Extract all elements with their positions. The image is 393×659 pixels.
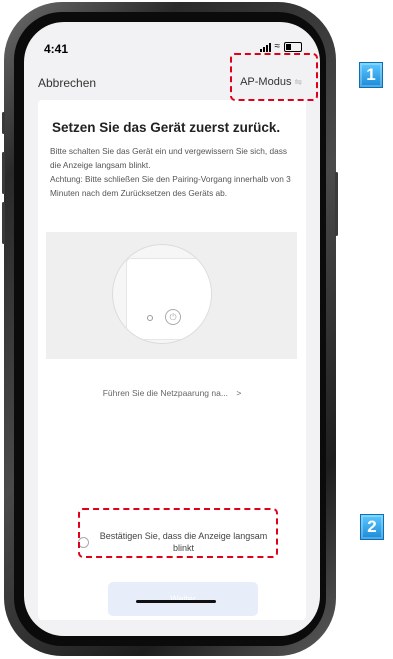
indicator-light-icon	[147, 315, 153, 321]
device-zoom-circle: ⏻	[112, 244, 212, 344]
step-marker-2: 2	[360, 514, 384, 540]
instruction-text: Bitte schalten Sie das Gerät ein und ver…	[50, 146, 288, 170]
cancel-button[interactable]: Abbrechen	[38, 76, 96, 90]
mute-switch	[2, 112, 5, 134]
pairing-help-label: Führen Sie die Netzpaarung na...	[102, 388, 228, 398]
page-title: Setzen Sie das Gerät zuerst zurück.	[52, 120, 281, 135]
wifi-icon: ≈	[274, 41, 281, 52]
annotation-box-ap-mode	[230, 53, 318, 101]
signal-icon	[259, 42, 271, 52]
device-image: ⏻	[127, 259, 211, 339]
pairing-help-link[interactable]: Führen Sie die Netzpaarung na... >	[38, 388, 306, 398]
home-indicator	[136, 600, 216, 603]
status-time: 4:41	[44, 42, 69, 56]
status-icons: ≈	[259, 41, 302, 52]
chevron-right-icon: >	[236, 388, 242, 398]
device-illustration: ⏻	[46, 232, 297, 359]
volume-up-button	[2, 152, 5, 194]
power-icon: ⏻	[165, 309, 181, 325]
volume-down-button	[2, 202, 5, 244]
battery-icon	[284, 42, 302, 52]
warning-text: Achtung: Bitte schließen Sie den Pairing…	[50, 174, 291, 198]
power-button	[335, 172, 338, 236]
annotation-box-confirm	[78, 508, 278, 558]
next-button[interactable]: Weiter	[108, 582, 258, 616]
instructions: Bitte schalten Sie das Gerät ein und ver…	[50, 144, 295, 200]
step-marker-1: 1	[359, 62, 383, 88]
